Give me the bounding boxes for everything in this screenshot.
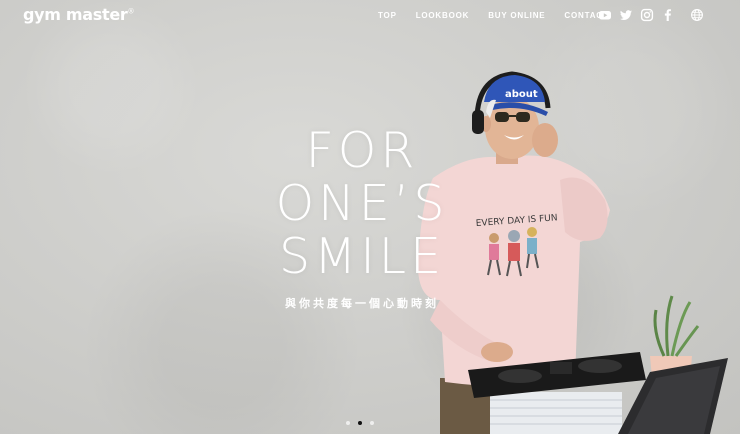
cap-text: about xyxy=(505,89,538,100)
brand-logo[interactable]: gym master® xyxy=(23,5,135,24)
twitter-icon[interactable] xyxy=(619,8,633,22)
nav-item-lookbook[interactable]: LOOKBOOK xyxy=(416,11,470,20)
brand-name: gym master xyxy=(23,5,128,24)
globe-icon[interactable] xyxy=(690,8,704,22)
brand-mark: ® xyxy=(127,7,135,16)
youtube-icon[interactable] xyxy=(598,8,612,22)
hero-section: gym master® TOP LOOKBOOK BUY ONLINE CONT… xyxy=(0,0,740,434)
headline-line-3: SMILE xyxy=(278,228,446,285)
social-links xyxy=(598,8,711,22)
hero-subline: 與你共度每一個心動時刻 xyxy=(285,297,439,310)
site-header: gym master® TOP LOOKBOOK BUY ONLINE CONT… xyxy=(0,0,740,30)
instagram-icon[interactable] xyxy=(640,8,654,22)
facebook-icon[interactable] xyxy=(661,8,675,22)
carousel-dots xyxy=(346,421,382,425)
nav-item-buy-online[interactable]: BUY ONLINE xyxy=(488,11,545,20)
carousel-dot-3[interactable] xyxy=(370,421,374,425)
headline-line-1: FOR xyxy=(305,122,419,179)
headline-line-2: ONE’S xyxy=(275,175,449,232)
nav-item-top[interactable]: TOP xyxy=(378,11,397,20)
hero-headline: FOR ONE’S SMILE xyxy=(262,124,462,283)
carousel-dot-1[interactable] xyxy=(346,421,350,425)
main-nav: TOP LOOKBOOK BUY ONLINE CONTACT xyxy=(378,11,628,20)
carousel-dot-2[interactable] xyxy=(358,421,362,425)
